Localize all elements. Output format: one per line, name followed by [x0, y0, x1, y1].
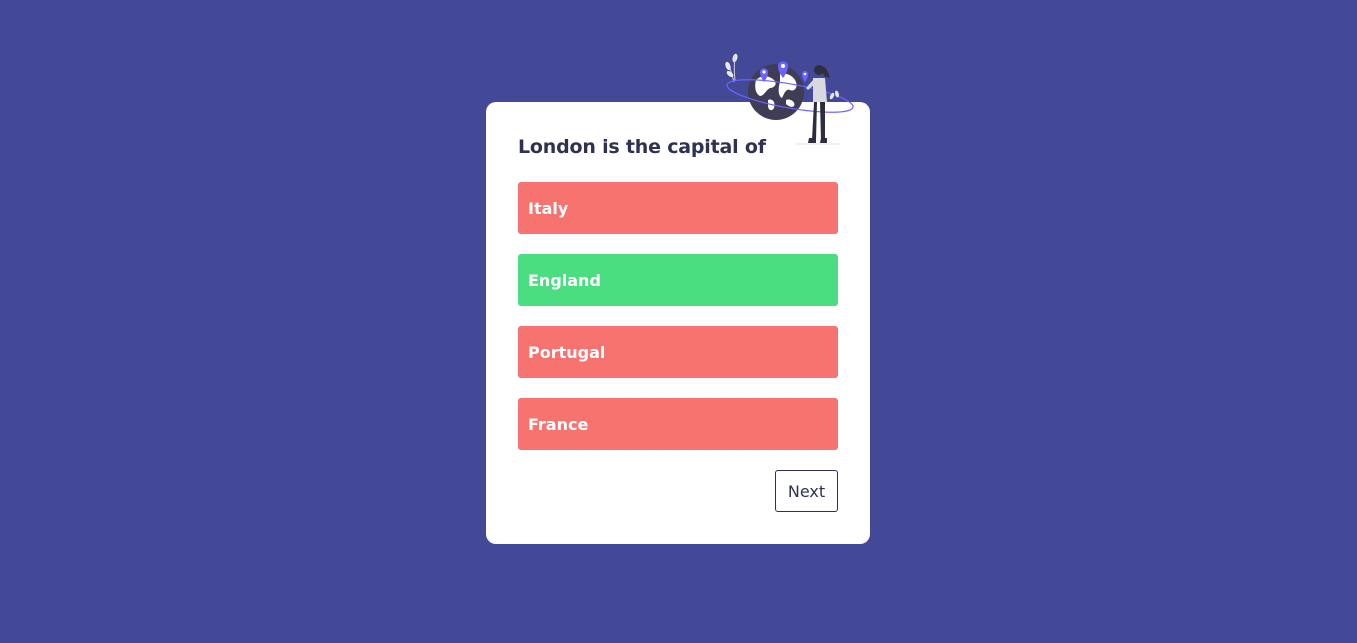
- leaf-icon: [725, 53, 738, 83]
- answer-button-france[interactable]: France: [518, 398, 838, 450]
- answer-button-italy[interactable]: Italy: [518, 182, 838, 234]
- person-figure: [806, 65, 830, 143]
- answer-label: France: [528, 414, 589, 434]
- answer-label: Italy: [528, 198, 569, 218]
- answer-label: Portugal: [528, 342, 606, 362]
- quiz-page: London is the capital of Italy England P…: [0, 0, 1357, 643]
- answer-button-portugal[interactable]: Portugal: [518, 326, 838, 378]
- answer-label: England: [528, 270, 601, 290]
- globe-icon: [748, 64, 804, 120]
- next-button[interactable]: Next: [775, 470, 838, 512]
- quiz-card: London is the capital of Italy England P…: [486, 102, 870, 544]
- answer-button-england[interactable]: England: [518, 254, 838, 306]
- world-travel-illustration: [725, 53, 854, 145]
- answer-list: Italy England Portugal France: [518, 182, 838, 470]
